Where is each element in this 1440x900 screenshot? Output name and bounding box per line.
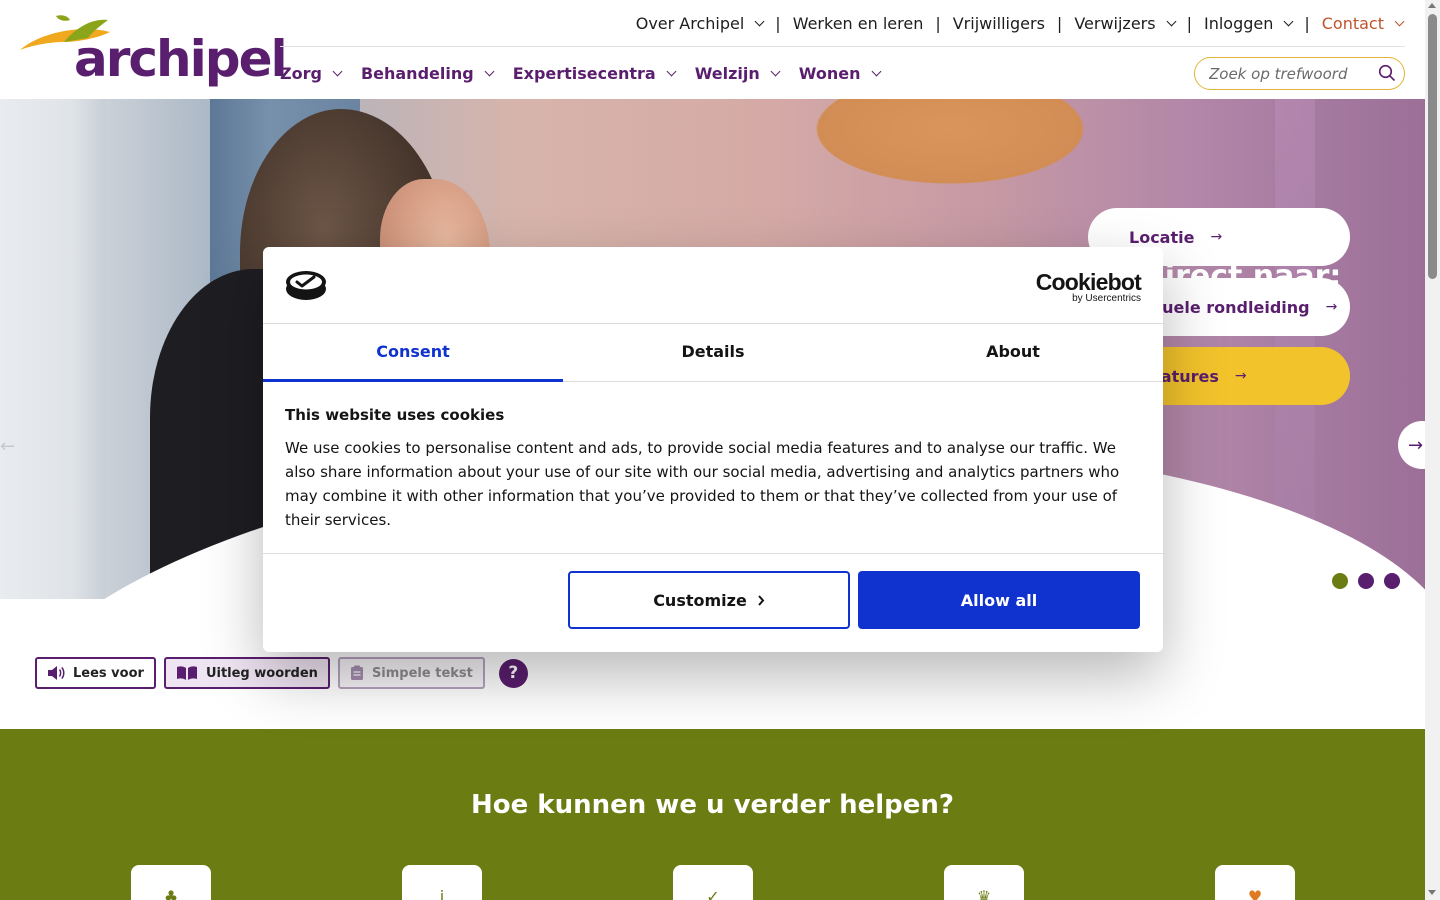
cookie-heading: This website uses cookies [285,406,505,424]
customize-button[interactable]: Customize [568,571,850,629]
chevron-down-icon [871,66,881,77]
help-card[interactable]: i [402,865,482,900]
topnav-vrijwilligers[interactable]: Vrijwilligers [953,14,1045,33]
archipel-logo[interactable]: archipel [18,12,288,88]
cookie-dialog-header: Cookiebot by Usercentrics [263,247,1163,324]
cookie-consent-dialog: Cookiebot by Usercentrics Consent Detail… [263,247,1163,652]
mainnav-expertisecentra[interactable]: Expertisecentra [512,64,677,83]
scroll-up-icon[interactable] [1428,3,1436,8]
tab-consent[interactable]: Consent [263,324,563,382]
cookiebot-name: Cookiebot [1035,269,1142,295]
search-box [1194,57,1405,90]
arrow-right-icon: → [1210,229,1223,245]
cookie-tabs: Consent Details About [263,324,1163,382]
chevron-down-icon [770,66,781,77]
topnav-label: Vrijwilligers [952,13,1045,33]
chevron-down-icon [666,66,677,77]
arrow-right-icon: → [1234,368,1247,384]
help-section-title: Hoe kunnen we u verder helpen? [470,790,954,820]
scroll-down-icon[interactable] [1428,890,1436,895]
tab-about[interactable]: About [863,324,1163,381]
help-card[interactable]: ♥ [1215,865,1295,900]
cookiebot-logo[interactable]: Cookiebot by Usercentrics [1035,269,1142,305]
simpele-tekst-button[interactable]: Simpele tekst [337,657,485,689]
topnav-over-archipel[interactable]: Over Archipel [635,13,765,33]
mainnav-welzijn[interactable]: Welzijn [694,64,781,83]
cookie-brand-logo-icon [286,271,326,300]
chevron-down-icon [754,16,765,26]
topnav-label: Verwijzers [1074,13,1156,33]
help-question-icon[interactable]: ? [498,658,528,688]
topnav-contact[interactable]: Contact [1321,13,1405,33]
search-input[interactable] [1209,64,1374,83]
nav-separator: | [1056,13,1063,33]
speaker-icon [48,666,65,680]
help-card[interactable]: ♛ [944,865,1024,900]
page-scrollbar[interactable] [1425,0,1440,900]
slider-dot[interactable] [1358,573,1374,589]
tool-label: Lees voor [73,665,144,681]
help-card[interactable]: ✓ [673,865,753,900]
help-card-icon: ✓ [706,887,720,900]
readspeaker-toolbar: Lees voor Uitleg woorden Simpele tekst ? [35,657,528,689]
mainnav-wonen[interactable]: Wonen [798,64,881,83]
slider-dot[interactable] [1384,573,1400,589]
chevron-down-icon [484,66,495,77]
mainnav-label: Zorg [280,64,322,83]
allow-all-button[interactable]: Allow all [858,571,1140,629]
help-card[interactable]: ♣ [131,865,211,900]
help-card-icon: i [439,887,445,900]
nav-separator: | [775,13,781,33]
goto-button-label: Locatie [1129,227,1195,247]
clipboard-icon [350,665,363,680]
tool-label: Uitleg woorden [205,665,318,681]
topnav-verwijzers[interactable]: Verwijzers [1074,13,1177,33]
mainnav-label: Welzijn [694,64,760,83]
uitleg-woorden-button[interactable]: Uitleg woorden [163,657,330,689]
logo-wordmark: archipel [74,30,288,88]
slider-prev-arrow-icon[interactable]: ← [0,436,18,457]
mainnav-label: Behandeling [360,64,474,83]
topnav-inloggen[interactable]: Inloggen [1203,13,1294,33]
help-card-icon: ♥ [1247,887,1263,900]
tool-label: Simpele tekst [371,665,473,681]
lees-voor-button[interactable]: Lees voor [35,657,156,689]
topnav-label: Inloggen [1203,13,1274,33]
cookie-description: We use cookies to personalise content an… [285,439,1120,529]
nav-separator: | [935,13,941,33]
help-section: Hoe kunnen we u verder helpen? ♣ i ✓ ♛ ♥ [0,729,1425,900]
topnav-label: Werken en leren [792,13,924,33]
topnav-werken-en-leren[interactable]: Werken en leren [793,14,924,33]
slider-dot[interactable] [1332,573,1348,589]
chevron-down-icon [1283,16,1294,26]
book-icon [176,666,197,680]
nav-separator: | [1304,13,1310,33]
mainnav-zorg[interactable]: Zorg [280,64,343,83]
mainnav-behandeling[interactable]: Behandeling [360,64,495,83]
help-card-icon: ♛ [976,887,992,900]
help-card-icon: ♣ [163,887,179,900]
hero-image-window [0,99,105,599]
header-divider [280,46,1405,47]
customize-label: Customize [653,590,747,610]
main-navigation: Zorg Behandeling Expertisecentra Welzijn… [280,64,881,83]
topnav-label: Contact [1321,13,1384,33]
mainnav-label: Wonen [798,64,861,83]
mainnav-label: Expertisecentra [512,64,656,83]
topnav-label: Over Archipel [635,13,745,33]
chevron-down-icon [332,66,343,77]
top-navigation: Over Archipel | Werken en leren | Vrijwi… [635,10,1405,36]
cookie-dialog-body: This website uses cookies We use cookies… [263,382,1163,554]
cookie-actions: Customize Allow all [568,571,1140,629]
search-icon[interactable] [1378,64,1396,86]
chevron-down-icon [1394,16,1405,26]
scrollbar-thumb[interactable] [1428,14,1437,279]
site-header: archipel Over Archipel | Werken en leren… [0,0,1425,99]
nav-separator: | [1186,13,1192,33]
chevron-down-icon [1166,16,1177,26]
slider-dots [1332,573,1400,589]
tab-details[interactable]: Details [563,324,863,381]
arrow-right-icon: → [1325,299,1338,315]
chevron-right-icon [758,595,765,606]
